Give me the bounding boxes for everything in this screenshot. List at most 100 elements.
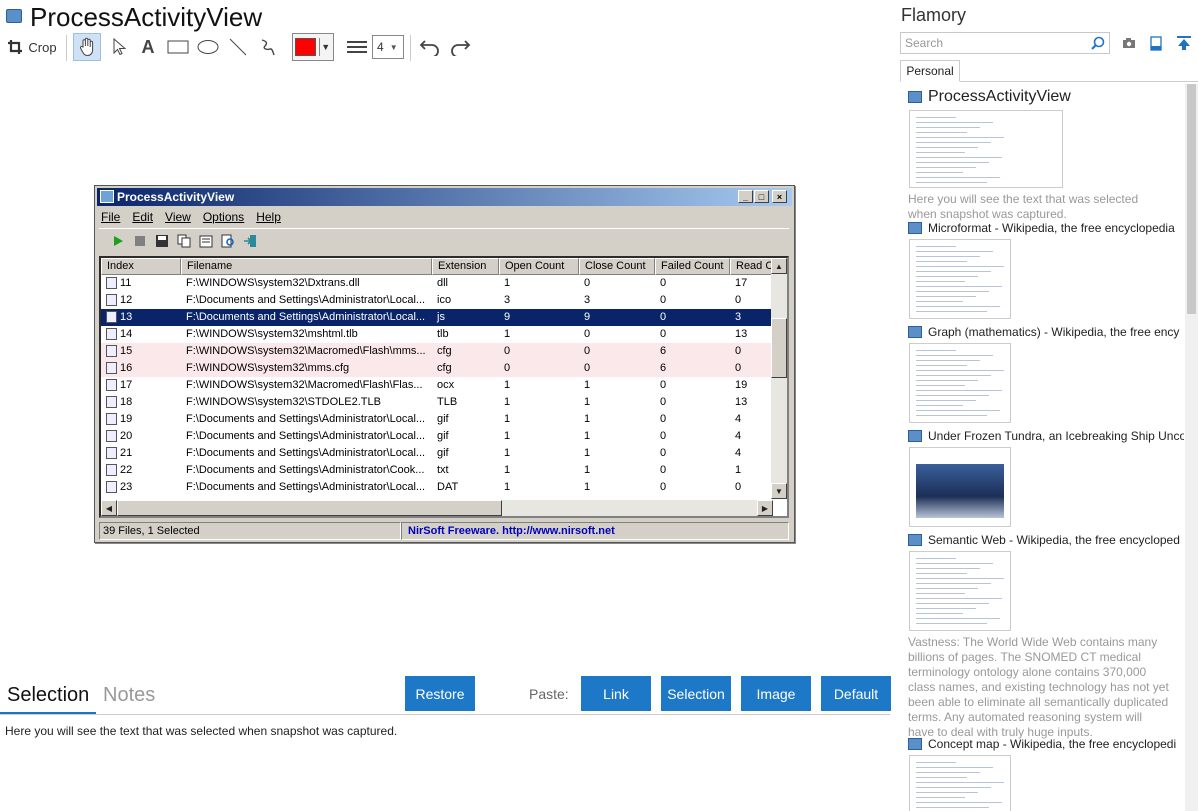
restore-button[interactable]: Restore <box>405 676 475 711</box>
card-title-row: Microformat - Wikipedia, the free encycl… <box>908 221 1184 235</box>
sidebar-title: Flamory <box>901 5 967 25</box>
chevron-down-icon: ▼ <box>319 38 331 56</box>
text-tool-icon: A <box>141 36 155 57</box>
select-tool-button[interactable] <box>105 33 133 61</box>
line-width-value: 4 <box>377 40 384 54</box>
table-cell: 1 <box>579 428 655 445</box>
paste-label: Paste: <box>529 686 569 702</box>
table-cell: tlb <box>432 326 499 343</box>
snapshot-card[interactable]: Graph (mathematics) - Wikipedia, the fre… <box>908 325 1184 423</box>
thumbnail-line <box>916 291 989 292</box>
table-cell: 1 <box>499 394 579 411</box>
color-picker[interactable]: ▼ <box>292 33 334 61</box>
line-style-button[interactable] <box>343 33 371 61</box>
tab-selection[interactable]: Selection <box>7 684 89 707</box>
cell-text: 17 <box>120 379 133 391</box>
table-cell: 0 <box>655 275 730 292</box>
paste-image-button[interactable]: Image <box>741 676 811 711</box>
sidebar-scrollbar[interactable] <box>1185 84 1198 811</box>
cell-text: F:\Documents and Settings\Administrator\… <box>186 294 426 306</box>
crop-button[interactable]: Crop <box>6 33 58 61</box>
table-cell: 0 <box>655 479 730 496</box>
table-cell: 1 <box>499 411 579 428</box>
search-input[interactable]: Search <box>900 32 1110 54</box>
cell-text: DAT <box>437 481 459 493</box>
column-header: Index <box>101 258 181 275</box>
snapshot-card[interactable]: Under Frozen Tundra, an Icebreaking Ship… <box>908 429 1184 527</box>
card-thumbnail <box>909 447 1011 527</box>
snapshot-card[interactable]: ProcessActivityView Here you will see the… <box>908 88 1184 222</box>
search-icon[interactable] <box>1091 36 1105 50</box>
hand-tool-button[interactable] <box>73 33 101 61</box>
thumbnail-line <box>916 157 1002 158</box>
table-cell: 6 <box>655 343 730 360</box>
table-cell: 1 <box>579 377 655 394</box>
copy-icon <box>175 232 193 250</box>
snapshot-card[interactable]: Concept map - Wikipedia, the free encycl… <box>908 737 1184 811</box>
table-cell: 1 <box>499 326 579 343</box>
collapse-icon[interactable] <box>1175 34 1193 52</box>
tab-personal[interactable]: Personal <box>900 60 960 82</box>
cell-text: F:\WINDOWS\system32\Macromed\Flash\Flas.… <box>186 379 423 391</box>
redo-button[interactable] <box>446 33 474 61</box>
table-cell: F:\WINDOWS\system32\mms.cfg <box>181 360 432 377</box>
thumbnail-line <box>916 276 978 277</box>
file-icon <box>106 481 117 494</box>
snapshot-card[interactable]: Semantic Web - Wikipedia, the free encyc… <box>908 533 1184 740</box>
paste-selection-button[interactable]: Selection <box>661 676 731 711</box>
paste-link-button[interactable]: Link <box>581 676 651 711</box>
table-cell: 1 <box>579 411 655 428</box>
table-cell: 0 <box>579 343 655 360</box>
document-icon[interactable] <box>1147 34 1165 52</box>
save-icon <box>153 232 171 250</box>
table-cell: 14 <box>101 326 181 343</box>
rectangle-tool-button[interactable] <box>164 33 192 61</box>
file-icon <box>106 362 117 375</box>
page-icon <box>908 326 922 338</box>
camera-icon[interactable] <box>1120 34 1138 52</box>
tab-notes[interactable]: Notes <box>103 684 155 707</box>
cell-text: 0 <box>660 277 667 289</box>
line-width-select[interactable]: 4 ▼ <box>372 35 404 59</box>
thumbnail-line <box>916 117 956 118</box>
paste-default-button[interactable]: Default <box>821 676 891 711</box>
undo-button[interactable] <box>416 33 444 61</box>
scroll-thumb[interactable] <box>1187 84 1196 314</box>
cell-text: 14 <box>120 328 133 340</box>
toolbar-divider <box>410 35 411 61</box>
thumbnail-line <box>916 271 991 272</box>
cell-text: 13 <box>735 396 748 408</box>
card-thumbnail <box>909 239 1011 319</box>
table-cell: 16 <box>101 360 181 377</box>
cell-text: F:\Documents and Settings\Administrator\… <box>186 311 426 323</box>
table-row: 16 F:\WINDOWS\system32\mms.cfg cfg 0 0 6 0 <box>101 360 787 377</box>
cell-text: 3 <box>504 294 511 306</box>
table-cell: 0 <box>655 326 730 343</box>
cell-text: 1 <box>584 396 591 408</box>
play-icon <box>109 232 127 250</box>
page-title: ProcessActivityView <box>30 2 263 32</box>
cell-text: 0 <box>735 294 742 306</box>
cell-text: F:\Documents and Settings\Administrator\… <box>186 447 426 459</box>
ellipse-tool-button[interactable] <box>194 33 222 61</box>
cell-text: 6 <box>660 362 667 374</box>
table-row: 23 F:\Documents and Settings\Administrato… <box>101 479 787 496</box>
card-title-row: Concept map - Wikipedia, the free encycl… <box>908 737 1184 751</box>
freehand-tool-button[interactable] <box>254 33 282 61</box>
text-tool-button[interactable]: A <box>134 33 162 61</box>
line-tool-button[interactable] <box>224 33 252 61</box>
cell-text: gif <box>437 413 449 425</box>
file-icon <box>106 277 117 290</box>
thumbnail-line <box>916 410 1000 411</box>
cell-text: tlb <box>437 328 449 340</box>
thumbnail-line <box>916 167 976 168</box>
menu-help: Help <box>256 210 281 224</box>
thumbnail-line <box>916 375 991 376</box>
table-row: 20 F:\Documents and Settings\Administrato… <box>101 428 787 445</box>
thumbnail-line <box>916 613 963 614</box>
thumbnail-line <box>916 787 991 788</box>
file-icon <box>106 413 117 426</box>
snapshot-card[interactable]: Microformat - Wikipedia, the free encycl… <box>908 221 1184 319</box>
window-menubar: File Edit View Options Help <box>101 210 281 224</box>
table-cell: F:\WINDOWS\system32\Macromed\Flash\mms..… <box>181 343 432 360</box>
